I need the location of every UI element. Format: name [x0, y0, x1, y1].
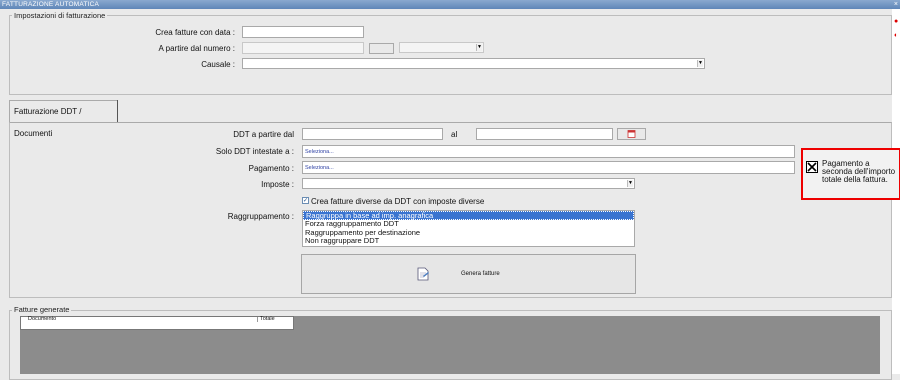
x-mark-icon — [807, 162, 817, 172]
calendar-button[interactable] — [617, 128, 646, 140]
chevron-down-icon: ▼ — [697, 60, 703, 67]
imposte-dropdown[interactable]: ▼ — [302, 178, 635, 189]
ddt-al-label: al — [451, 130, 458, 139]
genera-fatture-button[interactable]: Genera fatture — [301, 254, 636, 294]
crea-diverse-label: Crea fatture diverse da DDT con imposte … — [311, 197, 485, 206]
table-row[interactable] — [20, 322, 294, 330]
window-title: FATTURAZIONE AUTOMATICA — [0, 0, 900, 9]
chevron-down-icon: ▼ — [476, 44, 482, 51]
impostazioni-legend: Impostazioni di fatturazione — [12, 11, 108, 20]
fatture-grid[interactable]: Documento Totale — [20, 316, 880, 374]
document-icon — [417, 267, 429, 281]
pagamento-note-text: Pagamento a seconda dell'importo totale … — [822, 160, 900, 184]
pagamento-select-field[interactable]: Seleziona... — [302, 161, 795, 174]
fatture-generate-legend: Fatture generate — [12, 305, 72, 314]
calendar-icon — [627, 130, 636, 138]
ddt-from-date-field[interactable] — [302, 128, 443, 140]
ddt-to-date-field[interactable] — [476, 128, 613, 140]
pagamento-label: Pagamento : — [248, 164, 294, 173]
numero-button[interactable] — [369, 43, 394, 54]
ddt-from-label: DDT a partire dal — [233, 130, 294, 139]
pagamento-note-box: Pagamento a seconda dell'importo totale … — [801, 148, 900, 200]
tab-divider — [117, 100, 118, 122]
numero-series-dropdown[interactable]: ▼ — [399, 42, 484, 53]
info-icon: ◐ — [894, 32, 899, 39]
pagamento-note-line: totale della fattura. — [822, 175, 888, 184]
causale-dropdown[interactable]: ▼ — [242, 58, 705, 69]
partire-numero-label: A partire dal numero : — [158, 44, 235, 53]
genera-fatture-label: Genera fatture — [461, 271, 500, 277]
intestate-select-field[interactable]: Seleziona... — [302, 145, 795, 158]
imposte-label: Imposte : — [261, 180, 294, 189]
pagamento-importo-checkbox[interactable] — [806, 161, 818, 173]
causale-label: Causale : — [201, 60, 235, 69]
partire-numero-field[interactable] — [242, 42, 364, 54]
intestate-label: Solo DDT intestate a : — [215, 147, 294, 156]
chevron-down-icon: ▼ — [627, 180, 633, 187]
crea-fatture-date-field[interactable] — [242, 26, 364, 38]
raggruppamento-option[interactable]: Non raggruppare DDT — [303, 237, 634, 246]
crea-diverse-checkbox[interactable]: ✓ — [302, 197, 309, 204]
raggruppamento-label: Raggruppamento : — [227, 212, 294, 221]
error-icon: ● — [894, 18, 899, 25]
tab-fatturazione-ddt[interactable]: Fatturazione DDT / Documenti — [9, 100, 118, 138]
crea-fatture-label: Crea fatture con data : — [155, 28, 235, 37]
raggruppamento-list[interactable]: Raggruppa in base ad imp. anagrafica For… — [302, 210, 635, 247]
close-icon[interactable]: × — [894, 0, 898, 9]
impostazioni-group — [9, 15, 892, 95]
